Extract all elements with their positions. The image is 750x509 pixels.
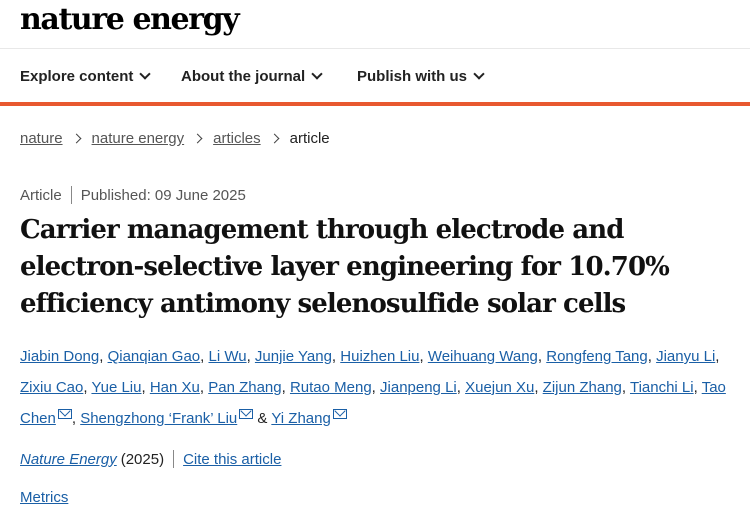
author-separator: , bbox=[537, 348, 547, 365]
cite-article-link[interactable]: Cite this article bbox=[183, 451, 281, 468]
author-link[interactable]: Rongfeng Tang bbox=[546, 348, 647, 365]
chevron-down-icon bbox=[473, 68, 485, 80]
author-link[interactable]: Jiabin Dong bbox=[20, 348, 99, 365]
author-link[interactable]: Zijun Zhang bbox=[543, 379, 622, 396]
author-link[interactable]: Weihuang Wang bbox=[428, 348, 538, 365]
author-separator: , bbox=[371, 379, 381, 396]
author-link[interactable]: Rutao Meng bbox=[290, 379, 372, 396]
article-type: Article bbox=[20, 186, 62, 204]
divider bbox=[173, 450, 175, 468]
site-logo[interactable]: nature energy bbox=[20, 2, 240, 37]
author-link[interactable]: Junjie Yang bbox=[255, 348, 332, 365]
breadcrumb-nature[interactable]: nature bbox=[20, 130, 63, 147]
nav-publish-with-us[interactable]: Publish with us bbox=[357, 68, 485, 85]
author-separator: , bbox=[693, 379, 702, 396]
nav-about-journal[interactable]: About the journal bbox=[181, 68, 323, 85]
author-separator: , bbox=[621, 379, 630, 396]
author-link[interactable]: Huizhen Liu bbox=[340, 348, 419, 365]
main-navigation: Explore content About the journal Publis… bbox=[0, 48, 750, 106]
author-separator: , bbox=[246, 348, 255, 365]
author-link[interactable]: Tianchi Li bbox=[630, 379, 694, 396]
journal-link[interactable]: Nature Energy bbox=[20, 451, 117, 468]
citation-line: Nature Energy (2025) Cite this article bbox=[20, 450, 281, 468]
author-link[interactable]: Shengzhong ‘Frank’ Liu bbox=[80, 410, 237, 427]
nav-about-journal-label: About the journal bbox=[181, 68, 306, 85]
author-separator: , bbox=[647, 348, 657, 365]
author-link[interactable]: Yi Zhang bbox=[271, 410, 330, 427]
divider bbox=[70, 186, 72, 204]
author-link[interactable]: Zixiu Cao bbox=[20, 379, 83, 396]
article-meta: Article Published: 09 June 2025 bbox=[20, 186, 246, 204]
author-separator: , bbox=[715, 348, 720, 365]
author-separator: , bbox=[534, 379, 543, 396]
author-separator: , bbox=[71, 410, 81, 427]
author-list: Jiabin Dong, Qianqian Gao, Li Wu, Junjie… bbox=[20, 341, 742, 434]
author-link[interactable]: Xuejun Xu bbox=[465, 379, 534, 396]
article-title: Carrier management through electrode and… bbox=[20, 215, 670, 319]
author-link[interactable]: Yue Liu bbox=[91, 379, 141, 396]
breadcrumb: nature nature energy articles article bbox=[20, 130, 330, 147]
breadcrumb-articles[interactable]: articles bbox=[213, 130, 261, 147]
author-link[interactable]: Qianqian Gao bbox=[108, 348, 201, 365]
publication-year: (2025) bbox=[120, 450, 165, 468]
chevron-right-icon bbox=[192, 133, 203, 144]
author-link[interactable]: Jianpeng Li bbox=[380, 379, 457, 396]
author-separator: , bbox=[141, 379, 150, 396]
email-icon[interactable] bbox=[57, 409, 72, 419]
author-separator: , bbox=[456, 379, 466, 396]
publish-date: Published: 09 June 2025 bbox=[80, 186, 246, 204]
email-icon[interactable] bbox=[332, 409, 347, 419]
author-separator: , bbox=[281, 379, 290, 396]
nav-explore-content-label: Explore content bbox=[20, 68, 134, 85]
nav-publish-with-us-label: Publish with us bbox=[357, 68, 468, 85]
chevron-down-icon bbox=[311, 68, 323, 80]
author-separator: , bbox=[99, 348, 108, 365]
chevron-right-icon bbox=[71, 133, 81, 144]
author-separator: , bbox=[199, 379, 209, 396]
email-icon[interactable] bbox=[239, 409, 254, 419]
author-link[interactable]: Han Xu bbox=[150, 379, 200, 396]
breadcrumb-nature-energy[interactable]: nature energy bbox=[92, 130, 185, 147]
breadcrumb-current: article bbox=[289, 130, 330, 147]
author-link[interactable]: Li Wu bbox=[208, 348, 246, 365]
author-separator: , bbox=[331, 348, 341, 365]
author-separator: & bbox=[253, 410, 272, 427]
chevron-down-icon bbox=[139, 68, 152, 80]
chevron-right-icon bbox=[269, 133, 280, 144]
nav-explore-content[interactable]: Explore content bbox=[20, 68, 152, 85]
author-link[interactable]: Pan Zhang bbox=[208, 379, 281, 396]
author-link[interactable]: Jianyu Li bbox=[656, 348, 715, 365]
metrics-link[interactable]: Metrics bbox=[20, 489, 68, 506]
author-separator: , bbox=[419, 348, 428, 365]
